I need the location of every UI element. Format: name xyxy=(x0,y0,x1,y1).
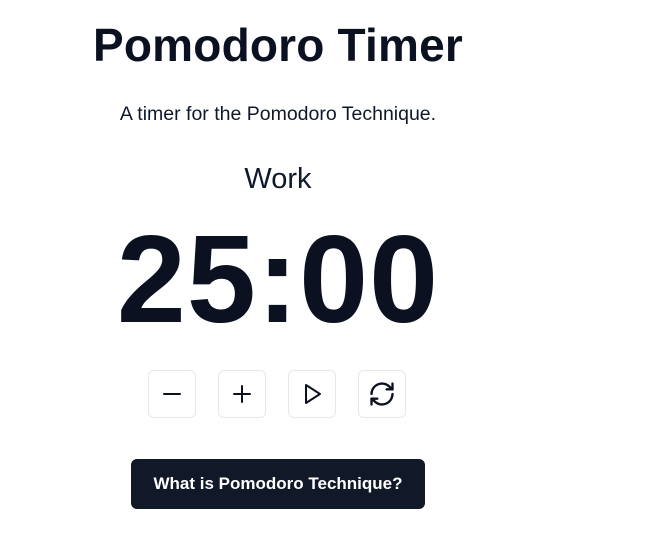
timer-display: 25:00 xyxy=(116,211,440,349)
page-title: Pomodoro Timer xyxy=(93,19,463,71)
timer-controls xyxy=(148,370,408,420)
increase-time-button[interactable] xyxy=(218,370,266,418)
page-subtitle: A timer for the Pomodoro Technique. xyxy=(119,103,437,125)
start-button[interactable] xyxy=(288,370,336,418)
decrease-time-button[interactable] xyxy=(148,370,196,418)
plus-icon xyxy=(233,385,251,403)
play-icon xyxy=(305,384,321,404)
refresh-icon xyxy=(370,382,394,406)
reset-button[interactable] xyxy=(358,370,406,418)
timer-mode-label: Work xyxy=(244,163,312,195)
minus-icon xyxy=(163,393,181,395)
pomodoro-info-button[interactable]: What is Pomodoro Technique? xyxy=(131,459,425,509)
pomodoro-app: Pomodoro Timer A timer for the Pomodoro … xyxy=(0,0,556,545)
